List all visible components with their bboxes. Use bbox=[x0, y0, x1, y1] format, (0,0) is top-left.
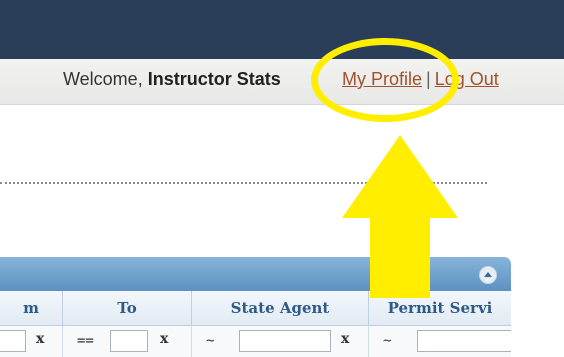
user-bar: Welcome, Instructor Stats My Profile | Log… bbox=[0, 59, 564, 105]
column-header-from[interactable]: m bbox=[0, 291, 63, 325]
filter-cell-permit-service: ~ bbox=[369, 326, 511, 357]
username: Instructor Stats bbox=[147, 69, 281, 89]
column-header-to[interactable]: To bbox=[63, 291, 192, 325]
collapse-icon[interactable] bbox=[479, 266, 497, 284]
column-header-permit-service[interactable]: Permit Servi bbox=[369, 291, 511, 325]
filter-input-to[interactable] bbox=[110, 330, 148, 352]
filter-input-permit-service[interactable] bbox=[417, 330, 511, 352]
filter-cell-to: == x bbox=[63, 326, 192, 357]
welcome-message: Welcome, Instructor Stats bbox=[63, 69, 281, 90]
filter-operator-state-agent[interactable]: ~ bbox=[206, 333, 214, 349]
filter-operator-permit-service[interactable]: ~ bbox=[383, 333, 391, 349]
clear-filter-state-agent-icon[interactable]: x bbox=[341, 331, 349, 347]
welcome-text: Welcome, bbox=[63, 69, 143, 89]
filter-cell-from: x bbox=[0, 326, 63, 357]
highlight-ellipse bbox=[311, 38, 459, 122]
filter-row: x == x ~ x ~ bbox=[0, 326, 511, 357]
top-banner bbox=[0, 0, 564, 59]
filter-cell-state-agent: ~ x bbox=[192, 326, 369, 357]
grid-panel: m To State Agent Permit Servi x == x ~ x… bbox=[0, 257, 511, 357]
filter-operator-to[interactable]: == bbox=[77, 333, 94, 349]
column-headers: m To State Agent Permit Servi bbox=[0, 291, 511, 326]
clear-filter-from-icon[interactable]: x bbox=[36, 331, 44, 347]
section-divider bbox=[0, 182, 487, 184]
filter-input-from[interactable] bbox=[0, 330, 26, 352]
grid-panel-header bbox=[0, 257, 511, 291]
filter-input-state-agent[interactable] bbox=[239, 330, 331, 352]
clear-filter-to-icon[interactable]: x bbox=[160, 331, 168, 347]
column-header-state-agent[interactable]: State Agent bbox=[192, 291, 369, 325]
